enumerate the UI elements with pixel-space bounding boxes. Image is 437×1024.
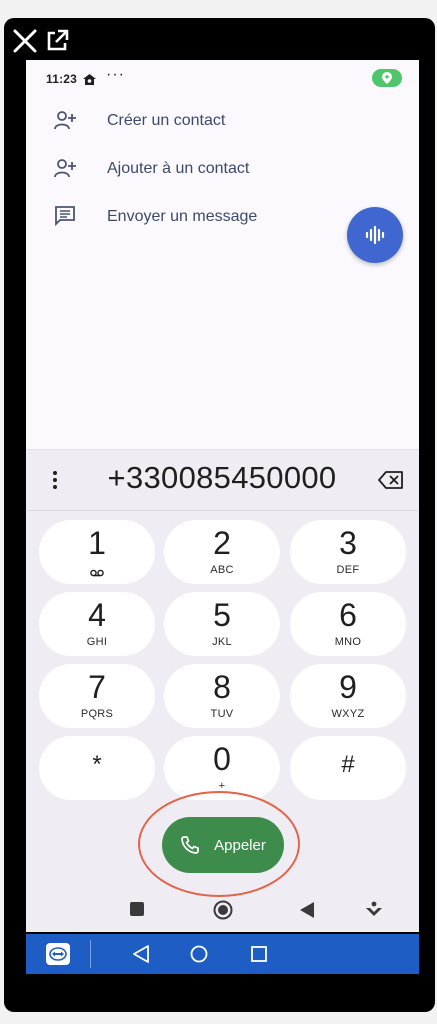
- open-external-icon[interactable]: [44, 28, 70, 54]
- key-letters: GHI: [86, 636, 108, 648]
- voice-wave-icon: [365, 225, 385, 245]
- teamviewer-logo-icon[interactable]: [46, 943, 70, 965]
- key-digit: 8: [213, 669, 231, 705]
- dialed-number[interactable]: +330085450000: [66, 460, 378, 496]
- location-pin-icon: [382, 72, 392, 84]
- action-label: Créer un contact: [107, 112, 226, 129]
- action-label: Ajouter à un contact: [107, 160, 250, 177]
- back-icon[interactable]: [132, 945, 150, 968]
- add-person-icon: [54, 110, 78, 130]
- send-message-action[interactable]: Envoyer un message: [26, 196, 346, 236]
- remote-taskbar: [26, 934, 419, 974]
- message-icon: [54, 206, 78, 227]
- status-bar: 11:23 ···: [26, 60, 419, 96]
- key-hash[interactable]: #: [290, 736, 406, 800]
- action-label: Envoyer un message: [107, 208, 258, 225]
- status-time: 11:23: [46, 72, 78, 86]
- key-letters: MNO: [334, 636, 362, 648]
- key-digit: 1: [88, 525, 106, 561]
- key-letters: DEF: [336, 564, 360, 576]
- location-indicator: [372, 69, 402, 87]
- call-button[interactable]: Appeler: [162, 817, 284, 873]
- key-8[interactable]: 8 TUV: [164, 664, 280, 728]
- key-2[interactable]: 2 ABC: [164, 520, 280, 584]
- create-contact-action[interactable]: Créer un contact: [26, 100, 346, 140]
- key-star[interactable]: *: [39, 736, 155, 800]
- key-digit: 0: [213, 741, 231, 777]
- key-letters: WXYZ: [331, 708, 365, 720]
- key-digit: 4: [88, 597, 106, 633]
- recents-icon[interactable]: [250, 945, 268, 968]
- android-nav-bar: [26, 892, 419, 932]
- key-3[interactable]: 3 DEF: [290, 520, 406, 584]
- window-controls: [12, 28, 70, 54]
- voicemail-icon: [90, 564, 104, 582]
- key-5[interactable]: 5 JKL: [164, 592, 280, 656]
- key-4[interactable]: 4 GHI: [39, 592, 155, 656]
- key-letters: ABC: [210, 564, 234, 576]
- status-more-indicator: ···: [106, 66, 125, 83]
- close-icon[interactable]: [12, 28, 38, 54]
- call-label: Appeler: [214, 836, 266, 854]
- home-circle-icon[interactable]: [213, 900, 233, 925]
- key-letters: PQRS: [80, 708, 114, 720]
- phone-icon: [181, 836, 199, 854]
- key-1[interactable]: 1: [39, 520, 155, 584]
- key-9[interactable]: 9 WXYZ: [290, 664, 406, 728]
- key-digit: 5: [213, 597, 231, 633]
- key-digit: 9: [339, 669, 357, 705]
- key-digit: *: [92, 751, 102, 778]
- more-options-icon[interactable]: [50, 468, 60, 492]
- key-7[interactable]: 7 PQRS: [39, 664, 155, 728]
- divider: [90, 940, 91, 968]
- key-digit: 7: [88, 669, 106, 705]
- recents-square-icon[interactable]: [130, 902, 144, 921]
- number-bar: +330085450000: [26, 450, 419, 510]
- add-to-contact-action[interactable]: Ajouter à un contact: [26, 148, 346, 188]
- phone-screen: 11:23 ··· Créer un contact Ajouter à un …: [26, 60, 419, 932]
- key-letters: JKL: [212, 636, 232, 648]
- key-digit: 3: [339, 525, 357, 561]
- backspace-icon[interactable]: [378, 470, 404, 490]
- notification-icon: [83, 72, 96, 90]
- hide-keyboard-icon[interactable]: [365, 901, 383, 924]
- key-digit: #: [341, 751, 355, 778]
- add-person-icon: [54, 158, 78, 178]
- key-letters: TUV: [210, 708, 234, 720]
- back-triangle-icon[interactable]: [300, 902, 314, 923]
- divider: [26, 510, 419, 511]
- voice-search-button[interactable]: [347, 207, 403, 263]
- key-digit: 2: [213, 525, 231, 561]
- home-icon[interactable]: [190, 945, 208, 968]
- key-6[interactable]: 6 MNO: [290, 592, 406, 656]
- key-digit: 6: [339, 597, 357, 633]
